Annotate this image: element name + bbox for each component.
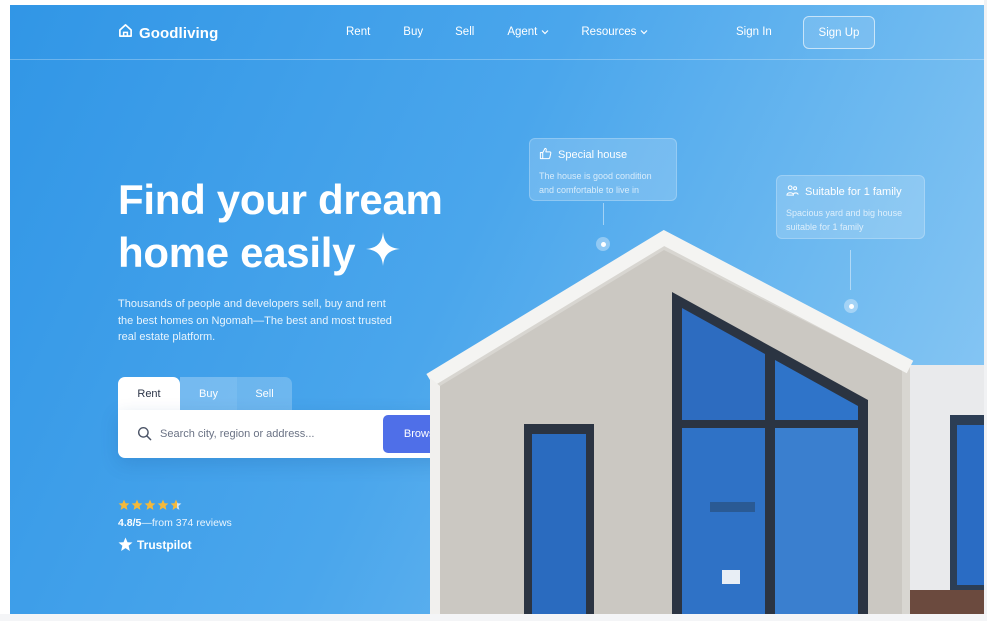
nav-link-rent[interactable]: Rent xyxy=(346,26,370,38)
nav-link-buy[interactable]: Buy xyxy=(403,26,423,38)
connector-line xyxy=(603,203,604,225)
star-icon xyxy=(157,499,169,510)
hotspot-dot[interactable] xyxy=(596,237,610,251)
rating-reviews: —from 374 reviews xyxy=(141,517,232,529)
brand-name: Goodliving xyxy=(139,24,219,42)
chevron-down-icon xyxy=(640,26,648,38)
connector-line xyxy=(850,250,851,290)
card-body: The house is good condition and comforta… xyxy=(539,171,652,195)
top-navbar: Goodliving Rent Buy Sell Agent Resources… xyxy=(10,5,984,60)
house-image xyxy=(426,230,984,614)
tab-buy[interactable]: Buy xyxy=(180,377,237,410)
thumbs-up-icon xyxy=(539,147,552,163)
info-card-family: Suitable for 1 family Spacious yard and … xyxy=(776,175,925,239)
brand-logo[interactable]: Goodliving xyxy=(118,23,218,43)
nav-link-agent[interactable]: Agent xyxy=(507,26,549,38)
info-card-special-house: Special house The house is good conditio… xyxy=(529,138,677,201)
hotspot-dot[interactable] xyxy=(844,299,858,313)
search-tabs: Rent Buy Sell xyxy=(118,377,292,410)
sign-in-link[interactable]: Sign In xyxy=(736,26,772,38)
star-icon xyxy=(118,499,130,510)
tab-sell[interactable]: Sell xyxy=(237,377,292,410)
sign-up-button[interactable]: Sign Up xyxy=(803,16,875,49)
hero-description: Thousands of people and developers sell,… xyxy=(118,298,392,343)
family-icon xyxy=(786,184,799,200)
rating-score: 4.8/5 xyxy=(118,517,142,529)
nav-links: Rent Buy Sell Agent Resources xyxy=(346,26,648,38)
search-input[interactable] xyxy=(160,424,375,444)
chevron-down-icon xyxy=(541,26,549,38)
rating-stars xyxy=(118,499,182,511)
star-icon xyxy=(131,499,143,510)
hero-title: Find your dream home easily xyxy=(118,173,443,279)
hero-title-line1: Find your dream xyxy=(118,176,443,223)
nav-link-resources[interactable]: Resources xyxy=(581,26,648,38)
hero-section: Goodliving Rent Buy Sell Agent Resources… xyxy=(10,5,984,614)
window-bottom-edge xyxy=(0,614,987,621)
sparkle-icon xyxy=(365,226,401,279)
trustpilot-star-icon xyxy=(118,537,133,551)
card-title: Special house xyxy=(558,149,628,161)
search-icon xyxy=(137,426,152,446)
trustpilot-logo: Trustpilot xyxy=(118,537,192,552)
card-body: Spacious yard and big house suitable for… xyxy=(786,208,903,232)
card-title: Suitable for 1 family xyxy=(805,186,902,198)
star-icon xyxy=(144,499,156,510)
star-half-icon xyxy=(170,499,182,510)
nav-link-sell[interactable]: Sell xyxy=(455,26,474,38)
hero-title-line2: home easily xyxy=(118,229,356,276)
rating-summary: 4.8/5—from 374 reviews xyxy=(118,517,232,529)
tab-rent[interactable]: Rent xyxy=(118,377,180,410)
house-outline-icon xyxy=(118,23,133,43)
